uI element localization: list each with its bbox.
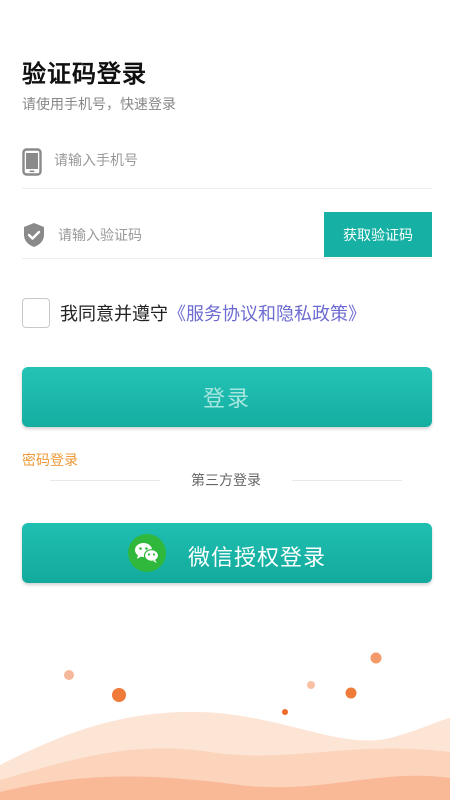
password-login-link[interactable]: 密码登录 [22, 450, 78, 470]
login-button[interactable]: 登录 [22, 367, 432, 427]
page-title: 验证码登录 [22, 60, 147, 88]
agreement-text: 我同意并遵守 [60, 304, 168, 325]
decorative-waves [0, 652, 450, 800]
divider-line-right [292, 480, 402, 481]
agreement-checkbox[interactable] [22, 298, 50, 328]
wechat-button-label: 微信授权登录 [188, 546, 327, 571]
third-party-divider: 第三方登录 [50, 470, 402, 492]
phone-input[interactable] [52, 148, 356, 174]
phone-row [22, 140, 432, 189]
wechat-icon [128, 534, 166, 572]
wechat-login-button[interactable]: 微信授权登录 [22, 523, 432, 583]
get-code-button[interactable]: 获取验证码 [324, 212, 432, 257]
agreement-row: 我同意并遵守 《服务协议和隐私政策》 [22, 296, 366, 330]
shield-icon [22, 222, 46, 252]
code-row: 获取验证码 [22, 212, 432, 259]
page-subtitle: 请使用手机号，快速登录 [22, 97, 176, 113]
agreement-link[interactable]: 《服务协议和隐私政策》 [168, 300, 366, 326]
phone-icon [22, 148, 42, 180]
code-input[interactable] [56, 223, 310, 249]
